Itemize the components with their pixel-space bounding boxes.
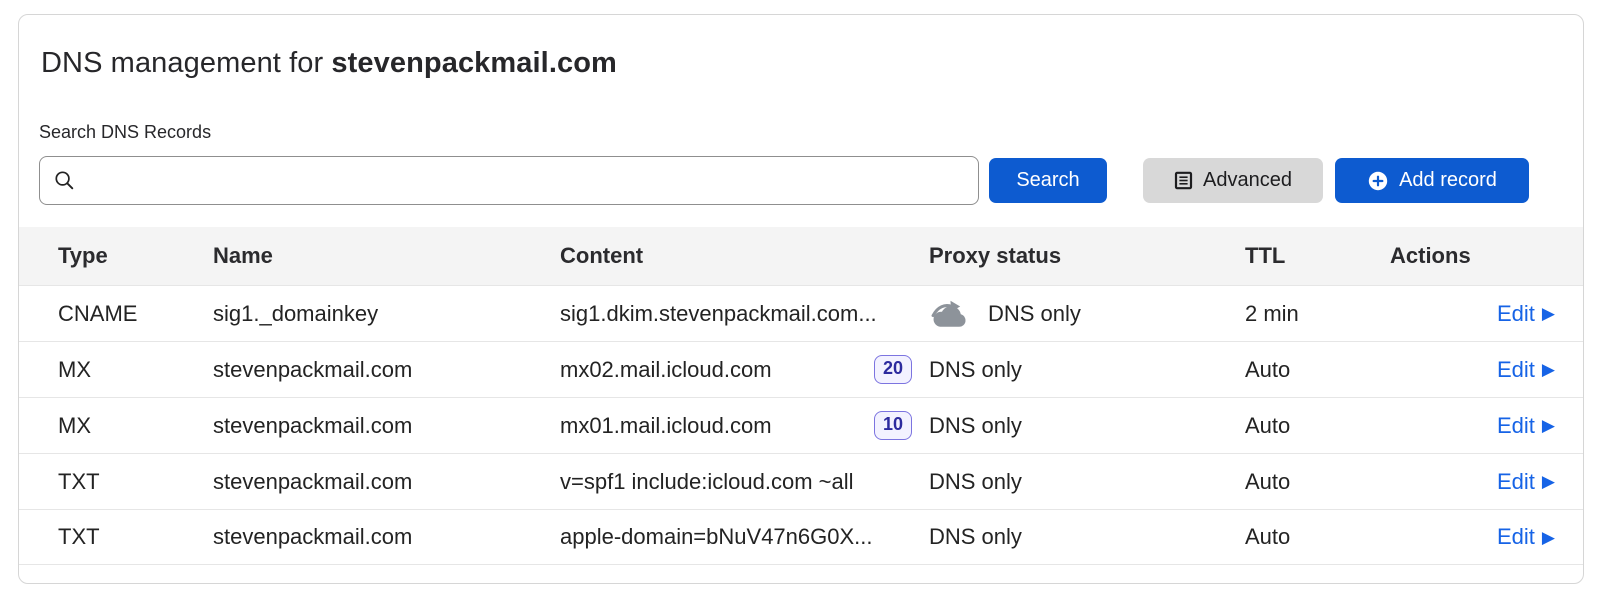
priority-badge: 10 xyxy=(874,411,912,440)
page-title: DNS management for stevenpackmail.com xyxy=(41,47,1561,80)
record-type-cell: TXT xyxy=(58,524,213,550)
column-header-type: Type xyxy=(58,243,213,269)
edit-label: Edit xyxy=(1497,301,1535,327)
record-name-cell: stevenpackmail.com xyxy=(213,469,560,495)
page-title-prefix: DNS management for xyxy=(41,47,331,79)
search-box xyxy=(39,156,979,205)
search-toolbar: Search Advanced Add recor xyxy=(39,156,1529,205)
table-row: TXT stevenpackmail.com apple-domain=bNuV… xyxy=(19,509,1583,565)
ttl-cell: Auto xyxy=(1245,413,1390,439)
proxy-status-cell: DNS only xyxy=(929,298,1245,330)
ttl-cell: Auto xyxy=(1245,524,1390,550)
proxy-status-cell: DNS only xyxy=(929,469,1245,495)
proxy-status-value: DNS only xyxy=(988,301,1081,327)
search-label: Search DNS Records xyxy=(39,122,1563,143)
ttl-cell: Auto xyxy=(1245,469,1390,495)
dns-records-table: Type Name Content Proxy status TTL Actio… xyxy=(19,227,1583,565)
table-row: TXT stevenpackmail.com v=spf1 include:ic… xyxy=(19,453,1583,509)
proxy-status-value: DNS only xyxy=(929,357,1022,383)
edit-arrow-icon: ▶ xyxy=(1542,473,1555,490)
search-button[interactable]: Search xyxy=(989,158,1107,203)
edit-label: Edit xyxy=(1497,469,1535,495)
table-header-row: Type Name Content Proxy status TTL Actio… xyxy=(19,227,1583,285)
record-name-cell: stevenpackmail.com xyxy=(213,524,560,550)
record-type-cell: CNAME xyxy=(58,301,213,327)
edit-link[interactable]: Edit ▶ xyxy=(1497,301,1555,327)
proxy-status-value: DNS only xyxy=(929,469,1022,495)
edit-link[interactable]: Edit ▶ xyxy=(1497,469,1555,495)
actions-cell: Edit ▶ xyxy=(1390,301,1555,327)
proxy-status-cell: DNS only xyxy=(929,524,1245,550)
advanced-icon xyxy=(1174,171,1193,190)
edit-label: Edit xyxy=(1497,357,1535,383)
edit-link[interactable]: Edit ▶ xyxy=(1497,413,1555,439)
record-name-cell: sig1._domainkey xyxy=(213,301,560,327)
plus-circle-icon xyxy=(1367,170,1389,192)
edit-arrow-icon: ▶ xyxy=(1542,361,1555,378)
search-icon xyxy=(54,170,75,191)
edit-arrow-icon: ▶ xyxy=(1542,529,1555,546)
record-type-cell: TXT xyxy=(58,469,213,495)
record-content-cell: apple-domain=bNuV47n6G0X... xyxy=(560,524,929,550)
record-content-cell: mx01.mail.icloud.com 10 xyxy=(560,411,929,440)
proxy-status-cell: DNS only xyxy=(929,357,1245,383)
column-header-actions: Actions xyxy=(1390,243,1555,269)
record-name-cell: stevenpackmail.com xyxy=(213,413,560,439)
edit-label: Edit xyxy=(1497,413,1535,439)
proxy-status-cell: DNS only xyxy=(929,413,1245,439)
column-header-content: Content xyxy=(560,243,929,269)
dns-only-cloud-icon xyxy=(929,298,974,330)
ttl-cell: 2 min xyxy=(1245,301,1390,327)
priority-badge: 20 xyxy=(874,355,912,384)
record-name-cell: stevenpackmail.com xyxy=(213,357,560,383)
record-content-value: v=spf1 include:icloud.com ~all xyxy=(560,469,854,495)
actions-cell: Edit ▶ xyxy=(1390,524,1555,550)
edit-label: Edit xyxy=(1497,524,1535,550)
add-record-button[interactable]: Add record xyxy=(1335,158,1529,203)
ttl-cell: Auto xyxy=(1245,357,1390,383)
table-row: MX stevenpackmail.com mx01.mail.icloud.c… xyxy=(19,397,1583,453)
table-body: CNAME sig1._domainkey sig1.dkim.stevenpa… xyxy=(19,285,1583,565)
page-title-domain: stevenpackmail.com xyxy=(331,47,617,79)
edit-arrow-icon: ▶ xyxy=(1542,417,1555,434)
record-content-cell: mx02.mail.icloud.com 20 xyxy=(560,355,929,384)
table-row: MX stevenpackmail.com mx02.mail.icloud.c… xyxy=(19,341,1583,397)
edit-link[interactable]: Edit ▶ xyxy=(1497,524,1555,550)
record-content-cell: sig1.dkim.stevenpackmail.com... xyxy=(560,301,929,327)
actions-cell: Edit ▶ xyxy=(1390,469,1555,495)
record-content-cell: v=spf1 include:icloud.com ~all xyxy=(560,469,929,495)
actions-cell: Edit ▶ xyxy=(1390,413,1555,439)
column-header-proxy-status: Proxy status xyxy=(929,243,1245,269)
column-header-name: Name xyxy=(213,243,560,269)
edit-link[interactable]: Edit ▶ xyxy=(1497,357,1555,383)
table-row: CNAME sig1._domainkey sig1.dkim.stevenpa… xyxy=(19,285,1583,341)
advanced-button[interactable]: Advanced xyxy=(1143,158,1323,203)
record-type-cell: MX xyxy=(58,413,213,439)
proxy-status-value: DNS only xyxy=(929,524,1022,550)
record-content-value: apple-domain=bNuV47n6G0X... xyxy=(560,524,873,550)
dns-management-card: DNS management for stevenpackmail.com Se… xyxy=(18,14,1584,584)
search-input[interactable] xyxy=(85,169,964,192)
column-header-ttl: TTL xyxy=(1245,243,1390,269)
actions-cell: Edit ▶ xyxy=(1390,357,1555,383)
record-content-value: mx01.mail.icloud.com xyxy=(560,413,772,439)
record-content-value: mx02.mail.icloud.com xyxy=(560,357,772,383)
record-content-value: sig1.dkim.stevenpackmail.com... xyxy=(560,301,877,327)
proxy-status-value: DNS only xyxy=(929,413,1022,439)
edit-arrow-icon: ▶ xyxy=(1542,305,1555,322)
record-type-cell: MX xyxy=(58,357,213,383)
